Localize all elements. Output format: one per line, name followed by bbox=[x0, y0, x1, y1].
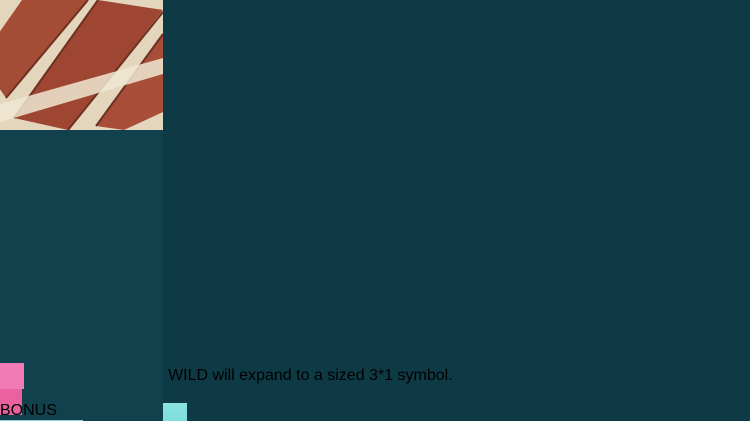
beach-umbrella bbox=[0, 0, 163, 130]
bonus-symbol-text: BONUS bbox=[0, 402, 163, 420]
bonus-symbol-tile bbox=[0, 319, 83, 402]
symbol-tile-tall bbox=[0, 147, 73, 319]
screen: me! ✱ bbox=[0, 0, 750, 421]
